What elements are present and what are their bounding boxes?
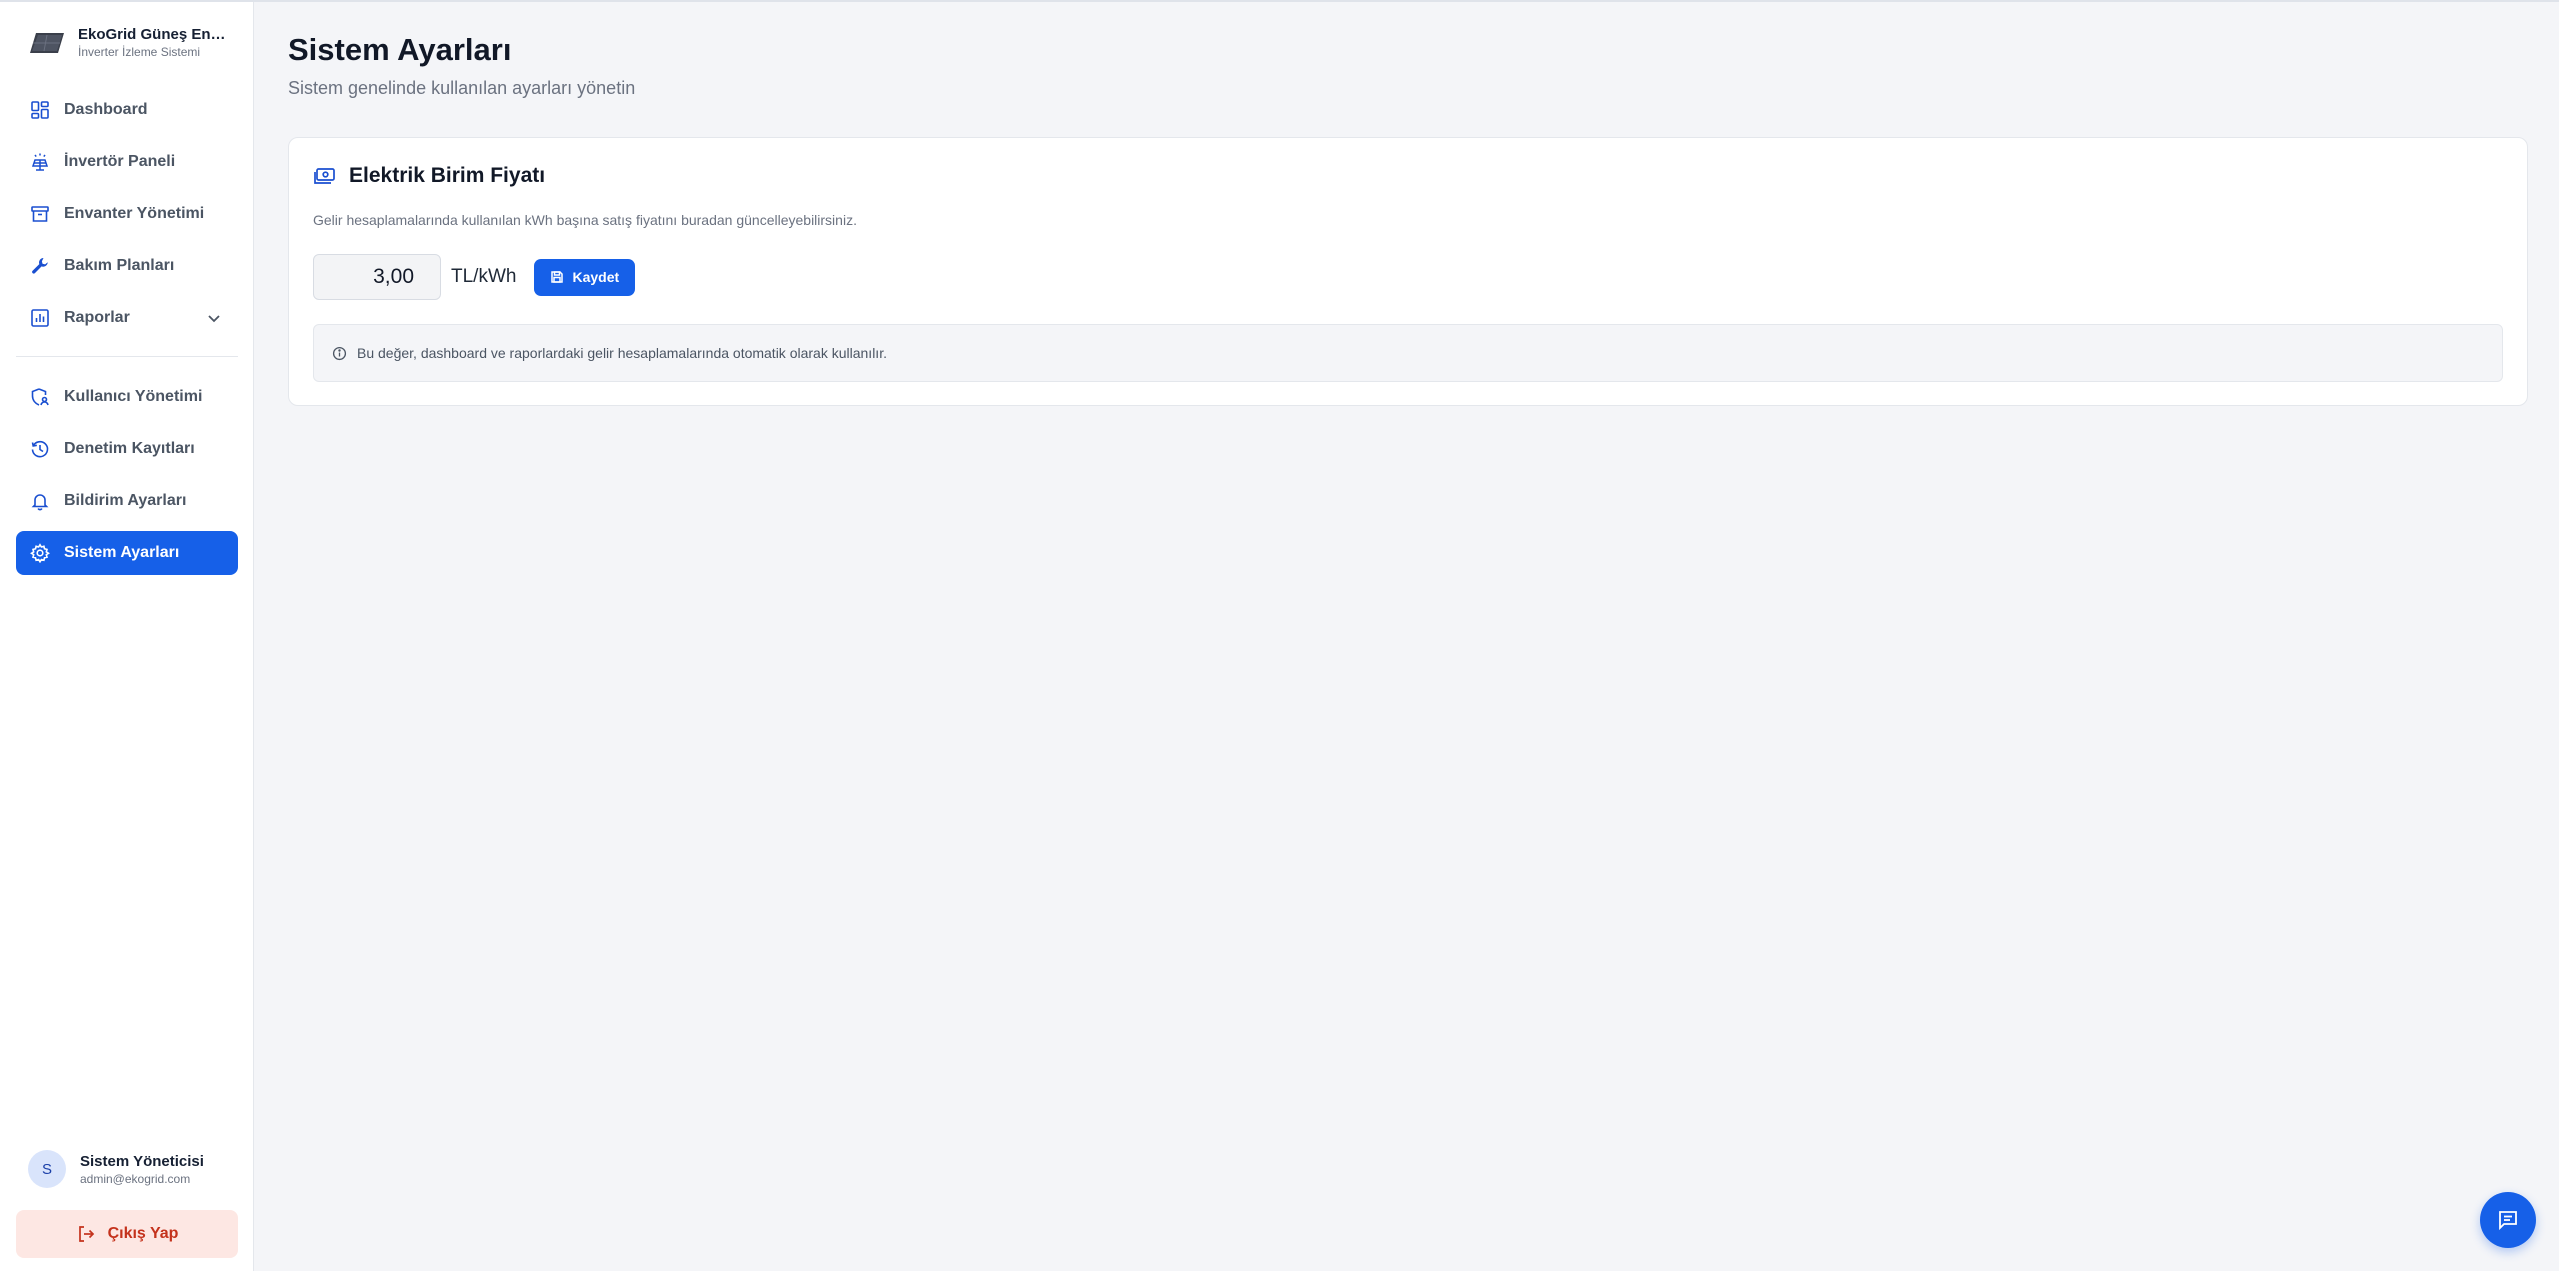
electricity-price-card: Elektrik Birim Fiyatı Gelir hesaplamalar… (288, 137, 2528, 406)
archive-icon (31, 206, 49, 222)
sidebar-item-label: Envanter Yönetimi (64, 205, 205, 222)
logout-icon (78, 1226, 94, 1242)
user-profile[interactable]: S Sistem Yöneticisi admin@ekogrid.com (28, 1150, 204, 1188)
user-name: Sistem Yöneticisi (80, 1152, 204, 1170)
avatar: S (28, 1150, 66, 1188)
sidebar: EkoGrid Güneş Enerji İnverter İzleme Sis… (0, 2, 254, 1271)
card-title: Elektrik Birim Fiyatı (349, 164, 546, 187)
info-note-text: Bu değer, dashboard ve raporlardaki geli… (357, 345, 887, 361)
wrench-icon (32, 258, 48, 274)
save-button-label: Kaydet (572, 269, 620, 285)
page-subtitle: Sistem genelinde kullanılan ayarları yön… (288, 78, 636, 98)
card-header: Elektrik Birim Fiyatı (313, 164, 545, 188)
gear-icon (30, 543, 50, 563)
sidebar-item-label: Dashboard (64, 101, 148, 118)
brand-subtitle: İnverter İzleme Sistemi (78, 45, 201, 59)
sidebar-item-notification-settings[interactable]: Bildirim Ayarları (16, 479, 238, 523)
price-input[interactable] (313, 254, 441, 300)
sidebar-item-label: Sistem Ayarları (64, 544, 180, 561)
dashboard-icon (31, 101, 49, 119)
sidebar-item-maintenance[interactable]: Bakım Planları (16, 244, 238, 288)
sidebar-item-label: Bakım Planları (64, 257, 175, 274)
solar-logo-icon (30, 32, 64, 53)
sidebar-item-reports[interactable]: Raporlar (16, 296, 238, 340)
sidebar-item-label: Bildirim Ayarları (64, 492, 187, 509)
chart-icon (31, 309, 49, 327)
solar-panel-icon (31, 153, 49, 171)
sidebar-nav: Dashboard İnvertör Paneli Envanter Yönet… (16, 88, 238, 583)
card-description: Gelir hesaplamalarında kullanılan kWh ba… (313, 212, 857, 228)
logout-label: Çıkış Yap (107, 1225, 179, 1242)
sidebar-item-audit-logs[interactable]: Denetim Kayıtları (16, 427, 238, 471)
history-icon (31, 440, 49, 458)
chevron-down-icon[interactable] (206, 310, 222, 326)
sidebar-item-label: Kullanıcı Yönetimi (64, 388, 203, 405)
money-icon (314, 168, 335, 184)
user-email: admin@ekogrid.com (80, 1171, 191, 1186)
sidebar-item-user-management[interactable]: Kullanıcı Yönetimi (16, 375, 238, 419)
price-unit: TL/kWh (451, 266, 517, 287)
info-icon (332, 346, 347, 360)
sidebar-item-inverter-panel[interactable]: İnvertör Paneli (16, 140, 238, 184)
sidebar-item-inventory[interactable]: Envanter Yönetimi (16, 192, 238, 236)
nav-divider (16, 356, 238, 357)
page-title: Sistem Ayarları (288, 32, 512, 67)
sidebar-item-dashboard[interactable]: Dashboard (16, 88, 238, 132)
sidebar-item-label: Raporlar (64, 309, 130, 326)
sidebar-item-label: İnvertör Paneli (64, 153, 176, 170)
sidebar-item-system-settings[interactable]: Sistem Ayarları (16, 531, 238, 575)
price-row: TL/kWh Kaydet (313, 254, 636, 300)
brand-title: EkoGrid Güneş Enerji (78, 26, 228, 43)
logout-button[interactable]: Çıkış Yap (16, 1210, 238, 1258)
chat-icon (2499, 1211, 2517, 1231)
save-button[interactable]: Kaydet (534, 258, 636, 296)
sidebar-item-label: Denetim Kayıtları (64, 440, 195, 457)
user-shield-icon (31, 388, 49, 406)
save-icon (551, 271, 564, 283)
bell-icon (31, 494, 49, 511)
top-border (0, 0, 2559, 2)
info-note: Bu değer, dashboard ve raporlardaki geli… (313, 324, 2503, 382)
brand[interactable]: EkoGrid Güneş Enerji İnverter İzleme Sis… (28, 26, 228, 59)
chat-button[interactable] (2480, 1192, 2536, 1248)
